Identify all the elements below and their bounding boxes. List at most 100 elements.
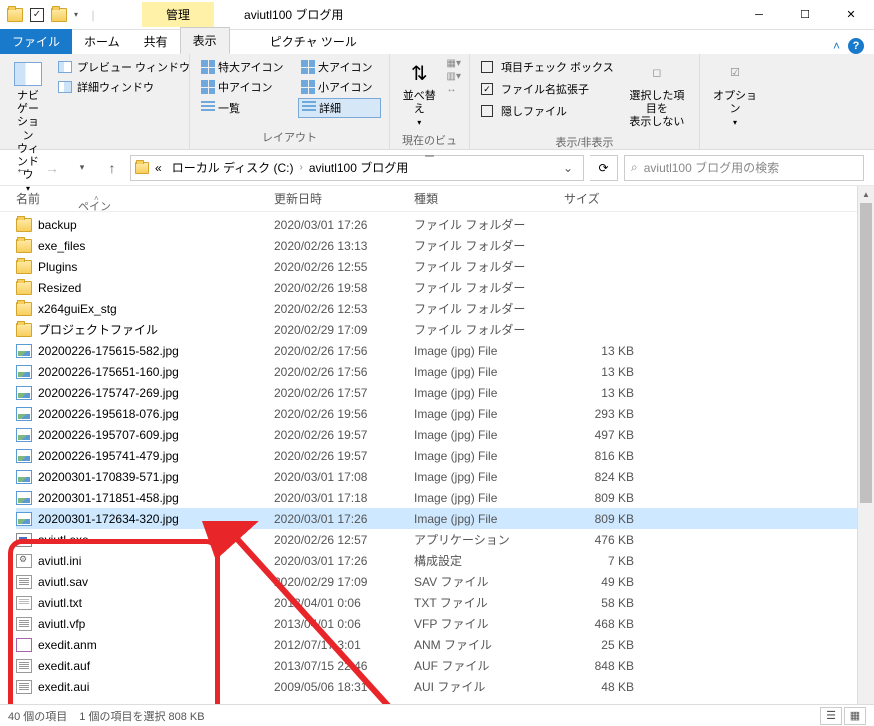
table-row[interactable]: 20200301-172634-320.jpg2020/03/01 17:26I… (16, 508, 874, 529)
table-row[interactable]: Resized2020/02/26 19:58ファイル フォルダー (16, 277, 874, 298)
refresh-button[interactable]: ⟳ (590, 155, 618, 181)
column-size[interactable]: サイズ (564, 190, 644, 207)
file-name: aviutl.exe (38, 533, 89, 547)
layout-small-icons[interactable]: 小アイコン (298, 78, 381, 96)
file-type: ファイル フォルダー (414, 237, 564, 254)
layout-medium-icons[interactable]: 中アイコン (198, 78, 292, 96)
table-row[interactable]: exedit.aui2009/05/06 18:31AUI ファイル48 KB (16, 676, 874, 697)
layout-details[interactable]: 詳細 (298, 98, 381, 118)
file-name: 20200226-195707-609.jpg (38, 428, 179, 442)
maximize-button[interactable]: ☐ (782, 0, 828, 30)
table-row[interactable]: 20200226-195707-609.jpg2020/02/26 19:57I… (16, 424, 874, 445)
table-row[interactable]: 20200226-195741-479.jpg2020/02/26 19:57I… (16, 445, 874, 466)
file-size: 7 KB (564, 554, 644, 568)
img-icon (16, 365, 32, 379)
tab-file[interactable]: ファイル (0, 29, 72, 54)
table-row[interactable]: 20200226-195618-076.jpg2020/02/26 19:56I… (16, 403, 874, 424)
table-row[interactable]: aviutl.exe2020/02/26 12:57アプリケーション476 KB (16, 529, 874, 550)
file-size: 13 KB (564, 365, 644, 379)
file-name: 20200301-172634-320.jpg (38, 512, 179, 526)
file-extensions-toggle[interactable]: ✓ファイル名拡張子 (478, 80, 617, 98)
close-button[interactable]: ✕ (828, 0, 874, 30)
size-columns-icon[interactable]: ↔ (447, 84, 461, 95)
file-type: Image (jpg) File (414, 365, 564, 379)
table-row[interactable]: aviutl.sav2020/02/29 17:09SAV ファイル49 KB (16, 571, 874, 592)
thumbnails-view-button[interactable]: ▦ (844, 707, 866, 725)
details-pane-button[interactable]: 詳細ウィンドウ (54, 78, 193, 96)
search-input[interactable]: ⌕ aviutl100 ブログ用の検索 (624, 155, 864, 181)
tab-share[interactable]: 共有 (132, 29, 180, 54)
table-row[interactable]: aviutl.vfp2013/04/01 0:06VFP ファイル468 KB (16, 613, 874, 634)
item-checkboxes-toggle[interactable]: 項目チェック ボックス (478, 58, 617, 76)
chevron-down-icon[interactable]: ⌄ (557, 161, 579, 175)
layout-xl-icons[interactable]: 特大アイコン (198, 58, 292, 76)
hidden-files-toggle[interactable]: 隠しファイル (478, 102, 617, 120)
window-title: aviutl100 ブログ用 (214, 6, 343, 23)
tab-picture-tools[interactable]: ピクチャ ツール (258, 29, 369, 54)
table-row[interactable]: 20200226-175651-160.jpg2020/02/26 17:56I… (16, 361, 874, 382)
folder-icon-2[interactable] (50, 6, 68, 24)
show-hide-group-label: 表示/非表示 (478, 132, 691, 150)
group-by-icon[interactable]: ▦▾ (447, 58, 461, 69)
table-row[interactable]: backup2020/03/01 17:26ファイル フォルダー (16, 214, 874, 235)
options-button[interactable]: ☑ オプション ▾ (708, 58, 762, 131)
qat-divider: | (84, 6, 102, 24)
img-icon (16, 512, 32, 526)
table-row[interactable]: aviutl.ini2020/03/01 17:26構成設定7 KB (16, 550, 874, 571)
vertical-scrollbar[interactable]: ▲ ▼ (857, 186, 874, 726)
scrollbar-thumb[interactable] (860, 203, 872, 503)
add-columns-icon[interactable]: ▥▾ (447, 71, 461, 82)
table-row[interactable]: 20200301-171851-458.jpg2020/03/01 17:18I… (16, 487, 874, 508)
folder-icon (16, 302, 32, 316)
table-row[interactable]: Plugins2020/02/26 12:55ファイル フォルダー (16, 256, 874, 277)
column-date[interactable]: 更新日時 (274, 190, 414, 207)
preview-pane-button[interactable]: プレビュー ウィンドウ (54, 58, 193, 76)
file-name: aviutl.txt (38, 596, 82, 610)
table-row[interactable]: exedit.anm2012/07/17 3:01ANM ファイル25 KB (16, 634, 874, 655)
layout-list[interactable]: 一覧 (198, 98, 292, 118)
file-name: 20200226-175747-269.jpg (38, 386, 179, 400)
file-size: 58 KB (564, 596, 644, 610)
table-row[interactable]: 20200301-170839-571.jpg2020/03/01 17:08I… (16, 466, 874, 487)
status-selection: 1 個の項目を選択 808 KB (79, 708, 204, 724)
details-view-button[interactable]: ☰ (820, 707, 842, 725)
file-size: 468 KB (564, 617, 644, 631)
img-icon (16, 386, 32, 400)
file-name: プロジェクトファイル (38, 321, 158, 338)
column-headers: 名前˄ 更新日時 種類 サイズ (0, 186, 874, 212)
address-bar[interactable]: « ローカル ディスク (C:) › aviutl100 ブログ用 ⌄ (130, 155, 584, 181)
minimize-button[interactable]: ─ (736, 0, 782, 30)
properties-icon[interactable]: ✓ (28, 6, 46, 24)
collapse-ribbon-icon[interactable]: ˄ (833, 39, 840, 53)
table-row[interactable]: x264guiEx_stg2020/02/26 12:53ファイル フォルダー (16, 298, 874, 319)
table-row[interactable]: 20200226-175747-269.jpg2020/02/26 17:57I… (16, 382, 874, 403)
table-row[interactable]: exedit.auf2013/07/15 22:46AUF ファイル848 KB (16, 655, 874, 676)
file-type: Image (jpg) File (414, 344, 564, 358)
column-name[interactable]: 名前˄ (16, 190, 274, 207)
file-icon (16, 680, 32, 694)
tab-home[interactable]: ホーム (72, 29, 132, 54)
layout-large-icons[interactable]: 大アイコン (298, 58, 381, 76)
file-name: 20200226-195741-479.jpg (38, 449, 179, 463)
nav-pane-button[interactable]: ナビゲーション ウィンドウ ▾ (8, 58, 48, 196)
help-icon[interactable]: ? (848, 38, 864, 54)
file-date: 2013/04/01 0:06 (274, 617, 414, 631)
sort-button[interactable]: ⇅ 並べ替え ▾ (398, 58, 441, 130)
table-row[interactable]: aviutl.txt2013/04/01 0:06TXT ファイル58 KB (16, 592, 874, 613)
table-row[interactable]: 20200226-175615-582.jpg2020/02/26 17:56I… (16, 340, 874, 361)
table-row[interactable]: プロジェクトファイル2020/02/29 17:09ファイル フォルダー (16, 319, 874, 340)
scroll-up-button[interactable]: ▲ (858, 186, 874, 203)
tab-view[interactable]: 表示 (180, 27, 230, 54)
column-type[interactable]: 種類 (414, 190, 564, 207)
table-row[interactable]: exe_files2020/02/26 13:13ファイル フォルダー (16, 235, 874, 256)
file-size: 293 KB (564, 407, 644, 421)
file-name: backup (38, 218, 77, 232)
folder-icon (6, 6, 24, 24)
chevron-down-icon[interactable]: ▾ (72, 10, 80, 19)
file-type: SAV ファイル (414, 573, 564, 590)
file-date: 2020/02/26 19:58 (274, 281, 414, 295)
hide-selected-button[interactable]: ◻ 選択した項目を 表示しない (623, 58, 691, 132)
anm-icon (16, 638, 32, 652)
breadcrumb-folder[interactable]: aviutl100 ブログ用 (305, 157, 412, 178)
file-name: 20200226-195618-076.jpg (38, 407, 179, 421)
